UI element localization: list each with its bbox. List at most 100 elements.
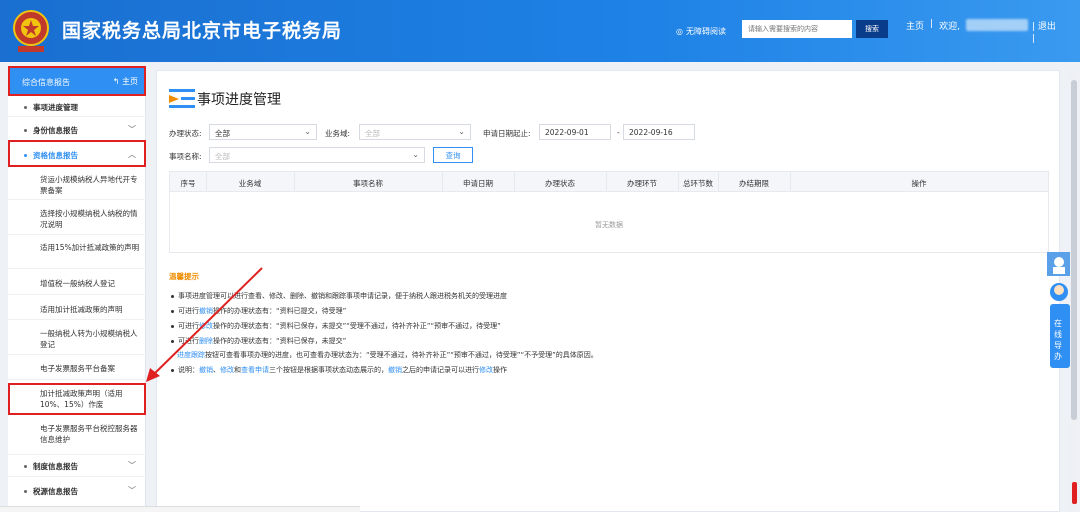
tip-keyword: 查看申请 <box>241 366 269 374</box>
date-start-input[interactable]: 2022-09-01 <box>539 124 611 140</box>
header-separator: | <box>1032 34 1036 44</box>
sidebar-subitem[interactable]: 电子发票服务平台备案 <box>40 363 140 374</box>
scroll-marker <box>1072 482 1077 504</box>
user-links: 主页 | 欢迎, <box>906 19 1028 32</box>
chevron-down-icon: ⌄ <box>458 127 465 136</box>
sidebar-item-label: 身份信息报告 <box>33 126 78 135</box>
tip-text: 操作的办理状态有：“资料已保存，未提交” <box>213 337 347 345</box>
search-button[interactable]: 搜索 <box>856 20 888 38</box>
eye-icon: ◎ <box>676 27 683 36</box>
sidebar-item-label: 税源信息报告 <box>33 487 78 496</box>
tip-keyword: 删除 <box>199 337 213 345</box>
bullet-icon <box>171 309 174 313</box>
tip-text: 可进行 <box>178 337 199 345</box>
item-name-value: 全部 <box>215 152 230 161</box>
link-separator: | <box>930 19 934 29</box>
divider <box>8 379 146 380</box>
tip-text: 操作的办理状态有：“资料已提交，待受理” <box>213 307 347 315</box>
item-name-label: 事项名称: <box>169 152 202 161</box>
sidebar: 综合信息报告 ↰ 主页 事项进度管理 身份信息报告 ﹀ 资格信息报告 ︿ 货运小… <box>8 66 146 512</box>
online-guide-label[interactable]: 在线导办 <box>1054 318 1064 362</box>
bullet-icon <box>171 324 174 328</box>
sidebar-subitem[interactable]: 货运小规模纳税人异地代开专票备案 <box>40 174 140 196</box>
tip-text: 操作的办理状态有：“资料已保存，未提交”“受理不通过，待补齐补正”“预审不通过，… <box>213 322 501 330</box>
sidebar-item-label: 事项进度管理 <box>33 103 78 112</box>
tip-keyword: 修改 <box>199 322 213 330</box>
tip-line: 可进行修改操作的办理状态有：“资料已保存，未提交”“受理不通过，待补齐补正”“预… <box>171 321 501 331</box>
sidebar-item-label: 制度信息报告 <box>33 462 78 471</box>
logout-label[interactable]: 退出 <box>1038 22 1056 32</box>
bullet-icon <box>24 106 27 109</box>
logout-link[interactable]: | 退出 <box>1032 19 1056 32</box>
col-actions: 操作 <box>911 179 927 188</box>
col-deadline: 办结期限 <box>739 179 769 188</box>
accessibility-label: 无障碍阅读 <box>685 27 726 36</box>
col-index: 序号 <box>180 179 196 188</box>
tip-text: 操作 <box>493 366 507 374</box>
tip-text: 之后的申请记录可以进行 <box>402 366 479 374</box>
status-value: 全部 <box>215 129 230 138</box>
accessibility-link[interactable]: ◎ 无障碍阅读 <box>676 26 726 37</box>
scrollbar-thumb[interactable] <box>1071 80 1077 420</box>
col-stage: 办理环节 <box>627 179 657 188</box>
search-input[interactable] <box>742 20 852 38</box>
annotation-box <box>8 66 146 96</box>
col-status: 办理状态 <box>545 179 575 188</box>
annotation-box <box>8 140 146 167</box>
chevron-down-icon: ﹀ <box>128 461 136 470</box>
home-link[interactable]: 主页 <box>906 19 924 32</box>
sidebar-subitem[interactable]: 适用加计抵减政策的声明 <box>40 304 140 315</box>
col-item-name: 事项名称 <box>353 179 383 188</box>
tip-text: 按钮可查看事项办理的进度，也可查看办理状态为：“受理不通过，待补齐补正”“预审不… <box>205 351 598 359</box>
col-total-stages: 总环节数 <box>683 179 713 188</box>
bullet-icon <box>24 129 27 132</box>
divider <box>8 354 146 355</box>
divider <box>8 454 146 455</box>
date-end-input[interactable]: 2022-09-16 <box>623 124 695 140</box>
welcome-text: 欢迎, <box>939 22 960 32</box>
query-button[interactable]: 查询 <box>433 147 473 163</box>
bullet-icon <box>24 490 27 493</box>
tip-line: 事项进度管理可以进行查看、修改、删除、撤销和跟踪事项申请记录，便于纳税人跟进税务… <box>171 291 507 301</box>
blurred-username <box>965 19 1028 31</box>
item-name-select[interactable]: 全部 ⌄ <box>209 147 425 163</box>
tip-text: 事项进度管理可以进行查看、修改、删除、撤销和跟踪事项申请记录，便于纳税人跟进税务… <box>178 292 507 300</box>
tip-keyword: 修改 <box>220 366 234 374</box>
sidebar-subitem[interactable]: 增值税一般纳税人登记 <box>40 278 140 289</box>
sidebar-subitem[interactable]: 适用15%加计抵减政策的声明 <box>40 242 140 253</box>
empty-state: 暂无数据 <box>595 221 623 229</box>
sidebar-subitem[interactable]: 选择按小规模纳税人纳税的情况说明 <box>40 208 140 230</box>
tip-keyword: 撤销 <box>199 307 213 315</box>
sidebar-subitem[interactable]: 一般纳税人转为小规模纳税人登记 <box>40 328 140 350</box>
tip-text: 三个按钮是根据事项状态动态展示的， <box>269 366 388 374</box>
bullet-icon <box>171 339 174 343</box>
results-table: 序号 业务域 事项名称 申请日期 办理状态 办理环节 总环节数 办结期限 操作 … <box>169 171 1049 253</box>
tip-text: 可进行 <box>178 322 199 330</box>
site-title: 国家税务总局北京市电子税务局 <box>62 20 343 42</box>
chevron-down-icon: ⌄ <box>304 127 311 136</box>
domain-select[interactable]: 全部 ⌄ <box>359 124 471 140</box>
tip-keyword: 撤销 <box>199 366 213 374</box>
tip-text: 可进行 <box>178 307 199 315</box>
bullet-icon <box>171 294 174 298</box>
divider <box>8 319 146 320</box>
tip-line: 说明：撤销、修改和查看申请三个按钮是根据事项状态动态展示的，撤销之后的申请记录可… <box>171 365 507 375</box>
date-label: 申请日期起止: <box>483 129 531 138</box>
col-domain: 业务域 <box>238 179 262 188</box>
top-header: 国家税务总局北京市电子税务局 ◎ 无障碍阅读 搜索 主页 | 欢迎, | 退出 … <box>0 0 1080 62</box>
tip-text: 、 <box>213 366 220 374</box>
divider <box>8 268 146 269</box>
bullet-icon <box>24 465 27 468</box>
domain-label: 业务域: <box>325 129 351 138</box>
col-apply-date: 申请日期 <box>463 179 493 188</box>
divider <box>8 234 146 235</box>
status-select[interactable]: 全部 ⌄ <box>209 124 317 140</box>
annotation-box <box>8 383 146 415</box>
chevron-down-icon: ﹀ <box>128 125 136 134</box>
sidebar-subitem[interactable]: 电子发票服务平台税控服务器信息维护 <box>40 423 140 445</box>
date-dash: - <box>617 128 620 137</box>
tip-line: 可进行撤销操作的办理状态有：“资料已提交，待受理” <box>171 306 346 316</box>
chevron-down-icon: ﹀ <box>128 486 136 495</box>
tip-line: 可进行删除操作的办理状态有：“资料已保存，未提交” <box>171 336 346 346</box>
divider <box>8 476 146 477</box>
